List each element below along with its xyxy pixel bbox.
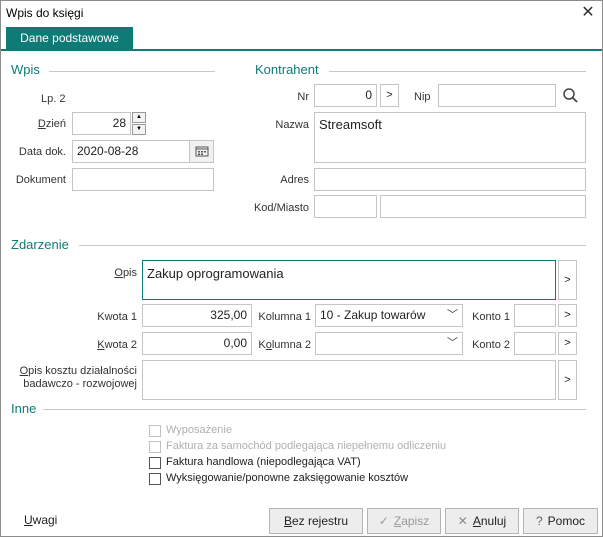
wyposazenie-label: Wyposażenie [166,424,232,436]
spin-down-icon[interactable]: ▼ [132,124,146,135]
data-dok-label: Data dok. [18,146,66,158]
spin-up-icon[interactable]: ▲ [132,112,146,123]
dzien-label: Dzień [37,118,66,130]
kwota1-label: Kwota 1 [97,311,137,323]
bez-rejestru-button[interactable]: Bez rejestru [269,508,363,534]
pomoc-button[interactable]: ? Pomoc [523,508,598,534]
dokument-label: Dokument [15,174,66,186]
kod-input[interactable] [314,195,377,218]
window-title: Wpis do księgi [6,6,84,20]
kwota2-label: Kwota 2 [97,339,137,351]
konto1-input[interactable] [514,304,556,327]
kwota1-input[interactable]: 325,00 [142,304,252,327]
check-icon: ✓ [378,514,389,528]
kolumna1-label: Kolumna 1 [258,311,311,323]
faktura-handlowa-checkbox[interactable] [149,457,161,469]
zapisz-button[interactable]: ✓ Zapisz [367,508,441,534]
lp-label: Lp. 2 [41,93,66,105]
miasto-input[interactable] [380,195,586,218]
tab-dane-podstawowe[interactable]: Dane podstawowe [6,27,133,50]
konto1-label: Konto 1 [472,311,510,323]
kwota2-input[interactable]: 0,00 [142,332,252,355]
section-inne-title: Inne [11,401,37,416]
nip-label: Nip [414,91,431,103]
tab-underline [1,49,602,51]
section-zdarzenie-divider [79,245,586,246]
calendar-icon[interactable] [189,141,213,162]
chevron-down-icon: ﹀ [447,337,458,349]
opis-input[interactable]: Zakup oprogramowania [142,260,556,300]
konto2-select-button[interactable]: > [558,332,577,355]
kolumna2-select[interactable]: ﹀ [315,332,463,355]
nip-input[interactable] [438,84,556,107]
konto2-label: Konto 2 [472,339,510,351]
nr-select-button[interactable]: > [380,84,399,107]
opis-label: Opis [114,267,137,279]
nazwa-label: Nazwa [275,119,309,131]
kolumna2-label: Kolumna 2 [258,339,311,351]
anuluj-button[interactable]: ✕ Anuluj [445,508,519,534]
close-icon[interactable]: ✕ [579,3,597,23]
opis-kosztu-select-button[interactable]: > [558,360,577,400]
wyksiegowanie-checkbox[interactable] [149,473,161,485]
section-wpis-divider [49,71,215,72]
opis-kosztu-label: Opis kosztu działalności badawczo - rozwo… [19,365,137,390]
adres-label: Adres [280,174,309,186]
kod-miasto-label: Kod/Miasto [253,202,309,214]
search-icon[interactable] [561,86,581,106]
wyksiegowanie-label: Wyksięgowanie/ponowne zaksięgowanie kosz… [166,472,409,484]
opis-kosztu-input[interactable] [142,360,556,400]
opis-select-button[interactable]: > [558,260,577,300]
konto2-input[interactable] [514,332,556,355]
faktura-samochod-checkbox[interactable] [149,441,161,453]
wyposazenie-checkbox[interactable] [149,425,161,437]
section-kontrahent-title: Kontrahent [255,62,319,77]
adres-input[interactable] [314,168,586,191]
konto1-select-button[interactable]: > [558,304,577,327]
chevron-down-icon: ﹀ [447,309,458,321]
faktura-samochod-label: Faktura za samochód podlegająca niepełne… [166,440,447,452]
dokument-input[interactable] [72,168,214,191]
nazwa-input[interactable]: Streamsoft [314,112,586,163]
help-icon: ? [535,514,543,528]
section-wpis-title: Wpis [11,62,40,77]
dzien-input[interactable]: 28 [72,112,131,135]
kolumna1-select[interactable]: 10 - Zakup towarów ﹀ [315,304,463,327]
nr-input[interactable]: 0 [314,84,377,107]
section-kontrahent-divider [329,71,586,72]
nr-label: Nr [297,91,309,103]
uwagi-link[interactable]: Uwagi [24,513,57,527]
dialog-window: Wpis do księgi ✕ Dane podstawowe Wpis Lp… [0,0,603,537]
section-inne-divider [43,409,586,410]
title-bar [1,1,602,27]
section-zdarzenie-title: Zdarzenie [11,237,69,252]
cancel-icon: ✕ [457,514,468,528]
faktura-handlowa-label: Faktura handlowa (niepodlegająca VAT) [166,456,361,468]
